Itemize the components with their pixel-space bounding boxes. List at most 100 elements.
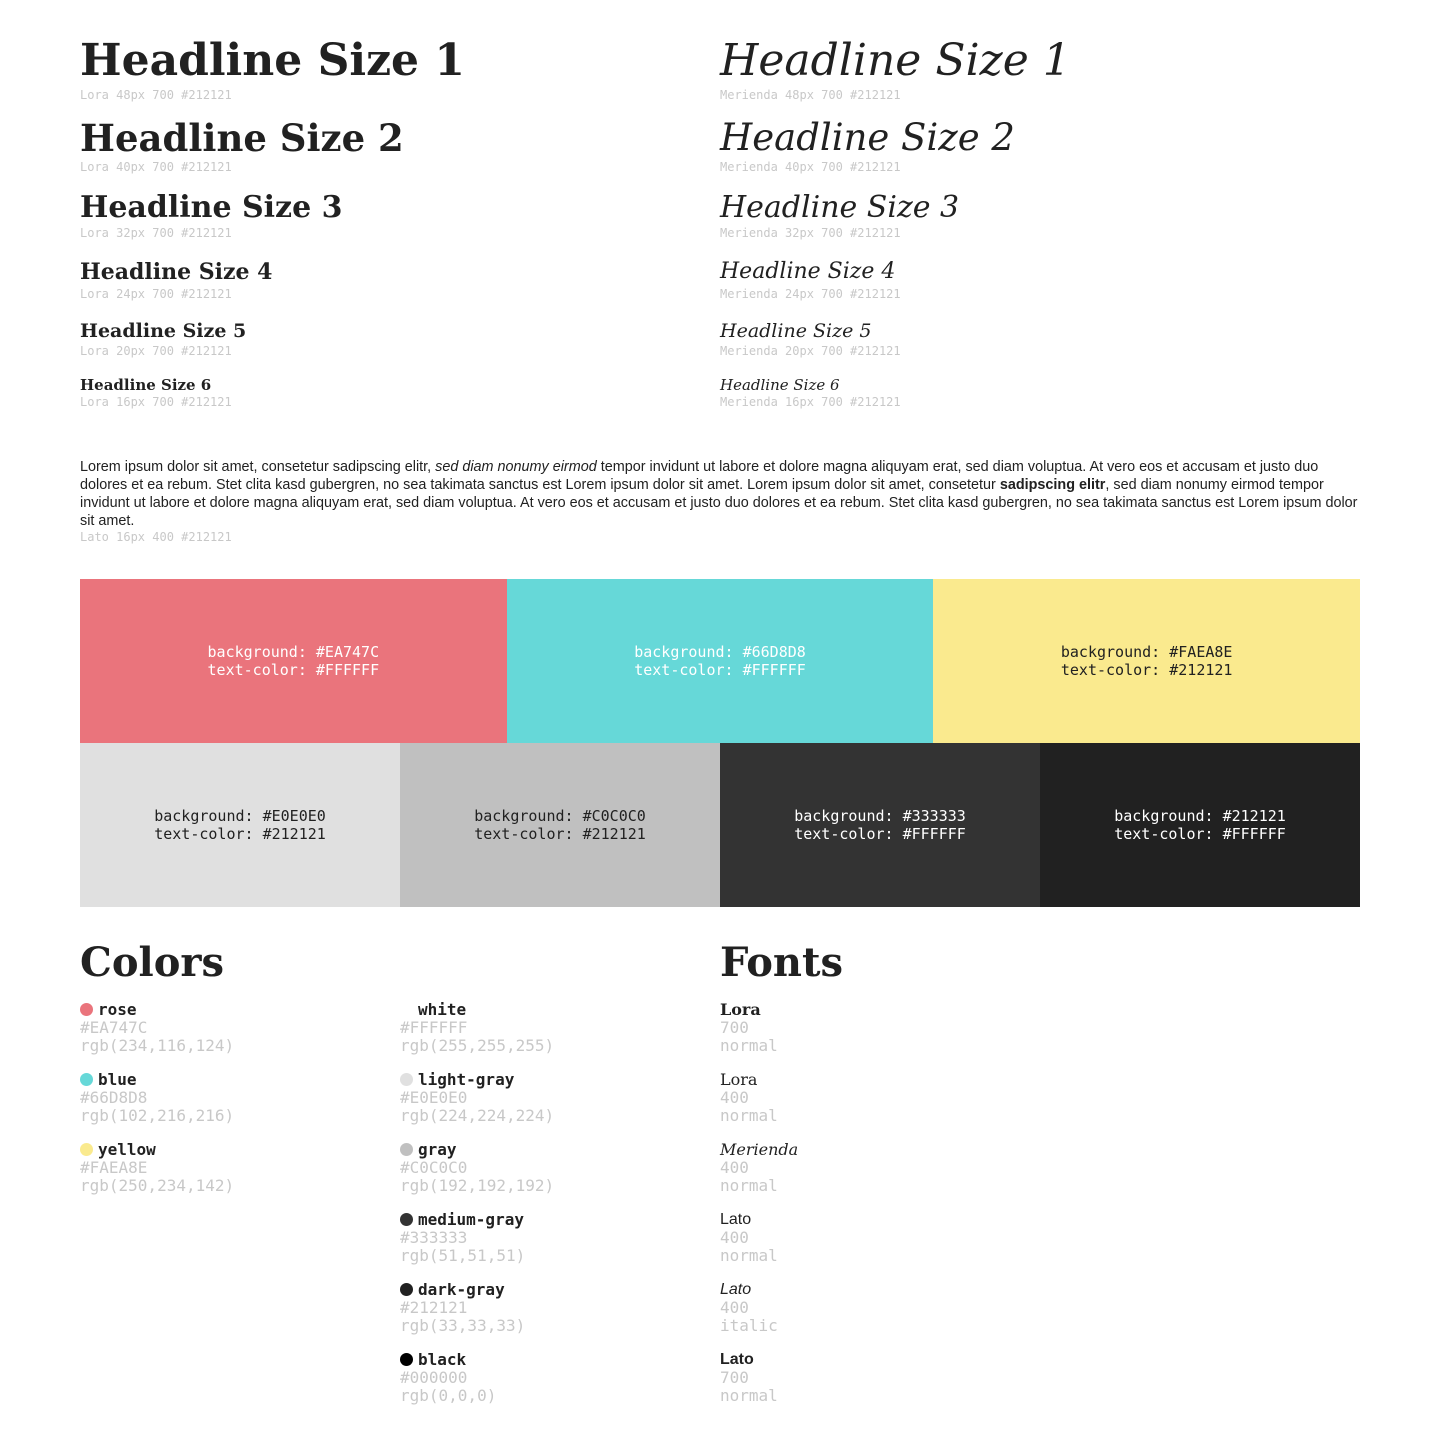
headline-spec: Merienda 20px 700 #212121 (720, 344, 901, 358)
headline-size-6: Headline Size 6 (720, 376, 840, 394)
swatch-fg-label: text-color: #212121 (474, 825, 646, 843)
headline-spec: Lora 40px 700 #212121 (80, 160, 232, 174)
font-style: normal (720, 1106, 778, 1125)
swatch-fg-label: text-color: #FFFFFF (634, 661, 806, 679)
color-hex: #C0C0C0 (400, 1158, 468, 1177)
swatch-bg-label: background: #E0E0E0 (154, 807, 326, 825)
color-name-row: light-gray (400, 1070, 700, 1089)
color-name: white (418, 1000, 467, 1019)
swatch-blue: background: #66D8D8 text-color: #FFFFFF (506, 579, 934, 743)
color-hex: #FAEA8E (80, 1158, 148, 1177)
color-rgb: rgb(224,224,224) (400, 1106, 555, 1125)
headline-spec: Lora 32px 700 #212121 (80, 226, 232, 240)
swatch-fg-label: text-color: #FFFFFF (794, 825, 966, 843)
headline-1-block: Headline Size 1 Lora 48px 700 #212121 (80, 34, 700, 102)
headline-size-1: Headline Size 1 (80, 35, 465, 86)
body-bold-run: sadipscing elitr (999, 477, 1106, 493)
color-name: dark-gray (418, 1280, 505, 1299)
font-name: Lato (720, 1351, 754, 1368)
body-text-sample: Lorem ipsum dolor sit amet, consetetur s… (80, 458, 1360, 530)
color-rgb: rgb(192,192,192) (400, 1176, 555, 1195)
headline-6-block: Headline Size 6 Merienda 16px 700 #21212… (720, 375, 1340, 409)
swatch-bg-label: background: #66D8D8 (634, 643, 806, 661)
swatch-bg-label: background: #FAEA8E (1060, 643, 1233, 661)
swatch-gray: background: #C0C0C0 text-color: #212121 (400, 743, 720, 907)
font-name: Merienda (720, 1140, 799, 1159)
body-italic-run: sed diam nonumy eirmod (435, 459, 597, 475)
font-style: normal (720, 1386, 778, 1405)
color-item-gray: gray #C0C0C0 rgb(192,192,192) (400, 1140, 700, 1210)
color-rgb: rgb(51,51,51) (400, 1246, 526, 1265)
font-item: Lora 700 normal (720, 1000, 1120, 1070)
headline-size-4: Headline Size 4 (720, 259, 896, 284)
headline-size-3: Headline Size 3 (80, 190, 343, 225)
lora-headlines: Headline Size 1 Lora 48px 700 #212121 He… (80, 34, 700, 409)
swatch-bg-label: background: #C0C0C0 (474, 807, 646, 825)
merienda-headlines: Headline Size 1 Merienda 48px 700 #21212… (720, 34, 1340, 409)
color-rgb: rgb(255,255,255) (400, 1036, 555, 1055)
font-style: normal (720, 1176, 778, 1195)
headline-4-block: Headline Size 4 Merienda 24px 700 #21212… (720, 257, 1340, 301)
swatch-rose: background: #EA747C text-color: #FFFFFF (80, 579, 507, 743)
color-name-row: yellow (80, 1140, 380, 1159)
swatch-fg-label: text-color: #212121 (154, 825, 326, 843)
body-paragraph: Lorem ipsum dolor sit amet, consetetur s… (80, 458, 1360, 530)
color-name-row: gray (400, 1140, 700, 1159)
swatch-medium-gray: background: #333333 text-color: #FFFFFF (720, 743, 1040, 907)
headline-spec: Merienda 48px 700 #212121 (720, 88, 901, 102)
color-item-blue: blue #66D8D8 rgb(102,216,216) (80, 1070, 380, 1140)
swatch-fg-label: text-color: #FFFFFF (1114, 825, 1286, 843)
font-name: Lora (720, 1000, 761, 1019)
body-text-run: Lorem ipsum dolor sit amet, consetetur s… (80, 459, 436, 475)
font-weight: 400 (720, 1158, 749, 1177)
color-name: blue (98, 1070, 137, 1089)
color-name-row: black (400, 1350, 700, 1369)
headline-spec: Lora 20px 700 #212121 (80, 344, 232, 358)
font-weight: 700 (720, 1368, 749, 1387)
font-item: Lora 400 normal (720, 1070, 1120, 1140)
headline-size-2: Headline Size 2 (80, 116, 404, 160)
headline-6-block: Headline Size 6 Lora 16px 700 #212121 (80, 375, 700, 409)
colors-heading: Colors (80, 939, 224, 986)
font-list: Lora 700 normal Lora 400 normal Merienda 400 nor… (720, 1000, 1120, 1420)
headline-spec: Merienda 16px 700 #212121 (720, 395, 901, 409)
headline-spec: Lora 24px 700 #212121 (80, 287, 232, 301)
headline-spec: Merienda 40px 700 #212121 (720, 160, 901, 174)
font-item: Lato 400 normal (720, 1210, 1120, 1280)
headline-size-5: Headline Size 5 (720, 320, 872, 342)
color-name-row: blue (80, 1070, 380, 1089)
color-dot-icon (400, 1143, 413, 1156)
color-rgb: rgb(234,116,124) (80, 1036, 235, 1055)
color-dot-icon (400, 1213, 413, 1226)
font-weight: 400 (720, 1298, 749, 1317)
color-hex: #66D8D8 (80, 1088, 148, 1107)
color-item-medium-gray: medium-gray #333333 rgb(51,51,51) (400, 1210, 700, 1280)
headline-size-5: Headline Size 5 (80, 320, 247, 342)
headline-size-1: Headline Size 1 (720, 35, 1071, 86)
headline-spec: Lora 16px 700 #212121 (80, 395, 232, 409)
headline-3-block: Headline Size 3 Lora 32px 700 #212121 (80, 190, 700, 240)
color-item-yellow: yellow #FAEA8E rgb(250,234,142) (80, 1140, 380, 1210)
font-name: Lora (720, 1070, 758, 1089)
font-weight: 400 (720, 1228, 749, 1247)
swatch-row-neutral: background: #E0E0E0 text-color: #212121 … (80, 743, 1360, 907)
color-rgb: rgb(0,0,0) (400, 1386, 497, 1405)
color-rgb: rgb(33,33,33) (400, 1316, 526, 1335)
headline-5-block: Headline Size 5 Lora 20px 700 #212121 (80, 318, 700, 358)
color-name: yellow (98, 1140, 156, 1159)
color-name: light-gray (418, 1070, 515, 1089)
headline-spec: Lora 48px 700 #212121 (80, 88, 232, 102)
body-text-spec: Lato 16px 400 #212121 (80, 530, 232, 544)
headline-size-4: Headline Size 4 (80, 259, 273, 285)
swatch-bg-label: background: #212121 (1114, 807, 1286, 825)
color-hex: #E0E0E0 (400, 1088, 468, 1107)
headline-size-3: Headline Size 3 (720, 190, 960, 225)
headline-spec: Merienda 32px 700 #212121 (720, 226, 901, 240)
swatch-light-gray: background: #E0E0E0 text-color: #212121 (80, 743, 400, 907)
font-weight: 700 (720, 1018, 749, 1037)
headline-1-block: Headline Size 1 Merienda 48px 700 #21212… (720, 34, 1340, 102)
color-rgb: rgb(102,216,216) (80, 1106, 235, 1125)
headline-5-block: Headline Size 5 Merienda 20px 700 #21212… (720, 318, 1340, 358)
headline-2-block: Headline Size 2 Lora 40px 700 #212121 (80, 116, 700, 174)
color-dot-icon (80, 1073, 93, 1086)
